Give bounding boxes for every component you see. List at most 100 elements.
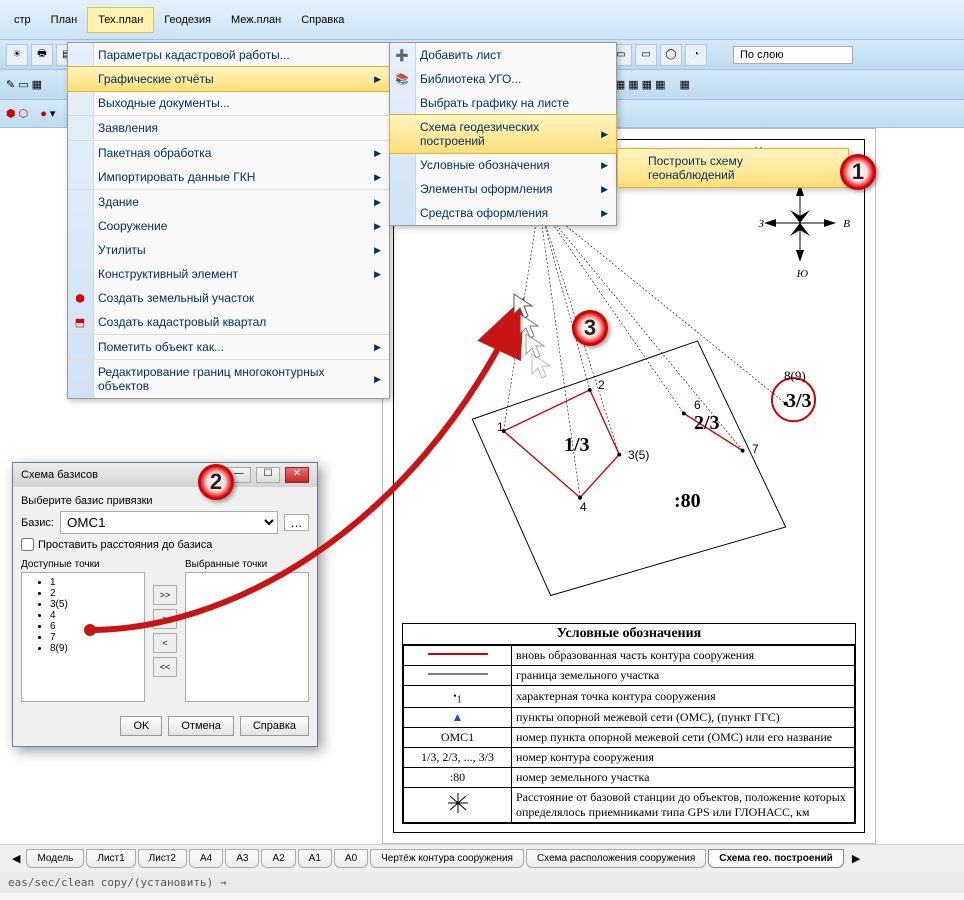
tb-btn[interactable]: ◯ <box>660 44 682 66</box>
sheet-tab[interactable]: А1 <box>298 849 332 868</box>
drawing-page: Схема геодезических построений С Ю В З <box>382 128 876 844</box>
move-all-left[interactable]: << <box>153 657 177 677</box>
menu-geodesy[interactable]: Геодезия <box>154 8 221 32</box>
point-item[interactable]: 8(9) <box>50 643 140 654</box>
maximize-button[interactable]: ☐ <box>256 467 280 483</box>
survey-sketch <box>394 170 864 600</box>
menu-item[interactable]: Элементы оформления▶ <box>390 177 616 201</box>
menu-mezhplan[interactable]: Меж.план <box>221 8 291 32</box>
pt-8-9: 8(9) <box>784 368 806 384</box>
tb-btn[interactable]: ⬡ <box>19 107 29 120</box>
tb-btn[interactable]: ▭ <box>18 78 28 91</box>
menu-item[interactable]: Графические отчёты▶ <box>67 66 390 92</box>
menu-techplan[interactable]: Тех.план <box>87 7 154 33</box>
tb-btn[interactable]: ▦ <box>32 78 42 91</box>
pt-3-5: 3(5) <box>628 448 649 462</box>
basis-browse[interactable]: ... <box>284 514 309 531</box>
selected-label: Выбранные точки <box>185 559 309 570</box>
menu-item[interactable]: Выходные документы... <box>68 91 389 115</box>
tab-scroll-left[interactable]: ◀ <box>6 852 26 865</box>
point-item[interactable]: 4 <box>50 610 140 621</box>
legend-title: Условные обозначения <box>403 624 855 645</box>
menu-item[interactable]: Построить схему геонаблюдений <box>617 148 849 188</box>
menu-item[interactable]: Пометить объект как...▶ <box>68 334 389 359</box>
menu-item[interactable]: Схема геодезических построений▶ <box>389 114 617 154</box>
basis-dialog: Схема базисов — ☐ ✕ Выберите базис привя… <box>12 462 318 747</box>
move-all-right[interactable]: >> <box>153 585 177 605</box>
sheet-tab[interactable]: Модель <box>26 849 84 868</box>
menu-item[interactable]: Конструктивный элемент▶ <box>68 262 389 286</box>
menu-item[interactable]: Библиотека УГО...📚 <box>390 67 616 91</box>
help-button[interactable]: Справка <box>240 716 309 736</box>
point-item[interactable]: 6 <box>50 621 140 632</box>
status-bar: eas/sec/clean copy/(установить) → <box>0 872 964 893</box>
techplan-dropdown: Параметры кадастровой работы...Графическ… <box>67 42 390 399</box>
move-left[interactable]: < <box>153 633 177 653</box>
menu-item[interactable]: Средства оформления▶ <box>390 201 616 225</box>
tb-btn[interactable]: ● <box>40 108 47 120</box>
menu-item[interactable]: Добавить лист➕ <box>390 43 616 67</box>
menu-help[interactable]: Справка <box>291 8 354 32</box>
layer-combo[interactable]: По слою <box>733 46 853 64</box>
menu-item[interactable]: Пакетная обработка▶ <box>68 140 389 165</box>
menu-item[interactable]: Утилиты▶ <box>68 238 389 262</box>
close-button[interactable]: ✕ <box>285 467 309 483</box>
tb-btn[interactable]: ▾ <box>50 107 56 120</box>
legend-box: Условные обозначения вновь образованная … <box>402 623 856 824</box>
menu-item[interactable]: Параметры кадастровой работы... <box>68 43 389 67</box>
basis-label: Базис: <box>21 517 54 529</box>
tb-btn[interactable]: ⬢ <box>6 107 16 120</box>
tb-btn[interactable]: ✎ <box>6 78 15 91</box>
available-label: Доступные точки <box>21 559 145 570</box>
tab-scroll-right[interactable]: ▶ <box>846 852 866 865</box>
move-right[interactable]: > <box>153 609 177 629</box>
sheet-tab[interactable]: А2 <box>261 849 295 868</box>
pt-7: 7 <box>752 442 759 456</box>
menu-item[interactable]: Условные обозначения▶ <box>390 153 616 177</box>
sheet-tab[interactable]: Схема расположения сооружения <box>526 849 706 868</box>
point-item[interactable]: 7 <box>50 632 140 643</box>
sheet-tab[interactable]: А0 <box>334 849 368 868</box>
tb-btn[interactable]: 🖶 <box>31 44 53 66</box>
menu-item[interactable]: Создать кадастровый квартал⬒ <box>68 310 389 334</box>
sheet-tab[interactable]: Схема гео. построений <box>708 849 844 868</box>
sheet-tab[interactable]: Лист2 <box>138 849 187 868</box>
tb-btn[interactable]: ▦ <box>655 78 665 91</box>
sheet-tab[interactable]: А4 <box>189 849 223 868</box>
selected-list[interactable] <box>185 572 309 702</box>
menu-item[interactable]: Выбрать графику на листе <box>390 91 616 115</box>
tb-btn[interactable]: ▦ <box>642 78 652 91</box>
frac-2-3: 2/3 <box>694 412 720 435</box>
menu-str[interactable]: стр <box>4 8 41 32</box>
tb-btn[interactable]: ▦ <box>628 78 638 91</box>
ok-button[interactable]: OK <box>120 716 162 736</box>
distance-checkbox[interactable] <box>21 538 34 551</box>
tb-btn[interactable]: ◔ <box>685 44 707 66</box>
pt-4: 4 <box>580 500 587 514</box>
callout-2: 2 <box>198 464 234 500</box>
sheet-tab[interactable]: А3 <box>225 849 259 868</box>
menu-item[interactable]: Редактирование границ многоконтурных объ… <box>68 359 389 398</box>
menu-plan[interactable]: План <box>41 8 88 32</box>
point-item[interactable]: 1 <box>50 577 140 588</box>
dialog-hint: Выберите базис привязки <box>21 495 309 507</box>
geoscheme-submenu: Построить схему геонаблюдений <box>617 148 849 188</box>
tb-btn[interactable]: ☀ <box>6 44 28 66</box>
reports-submenu: Добавить лист➕Библиотека УГО...📚Выбрать … <box>389 42 617 226</box>
cursor-trail <box>510 290 570 390</box>
point-item[interactable]: 3(5) <box>50 599 140 610</box>
menu-item[interactable]: Импортировать данные ГКН▶ <box>68 165 389 189</box>
available-list[interactable]: 123(5)4678(9) <box>21 572 145 702</box>
sheet-tab[interactable]: Лист1 <box>86 849 135 868</box>
basis-select[interactable]: OMC1 <box>60 511 278 534</box>
cancel-button[interactable]: Отмена <box>168 716 233 736</box>
tb-btn[interactable]: ▦ <box>679 78 689 91</box>
menu-item[interactable]: Сооружение▶ <box>68 214 389 238</box>
tb-btn[interactable]: ▭ <box>635 44 657 66</box>
menu-item[interactable]: Заявления <box>68 115 389 140</box>
callout-3: 3 <box>572 310 608 346</box>
sheet-tab[interactable]: Чертёж контура сооружения <box>370 849 524 868</box>
menu-item[interactable]: Создать земельный участок⬢ <box>68 286 389 310</box>
point-item[interactable]: 2 <box>50 588 140 599</box>
menu-item[interactable]: Здание▶ <box>68 189 389 214</box>
